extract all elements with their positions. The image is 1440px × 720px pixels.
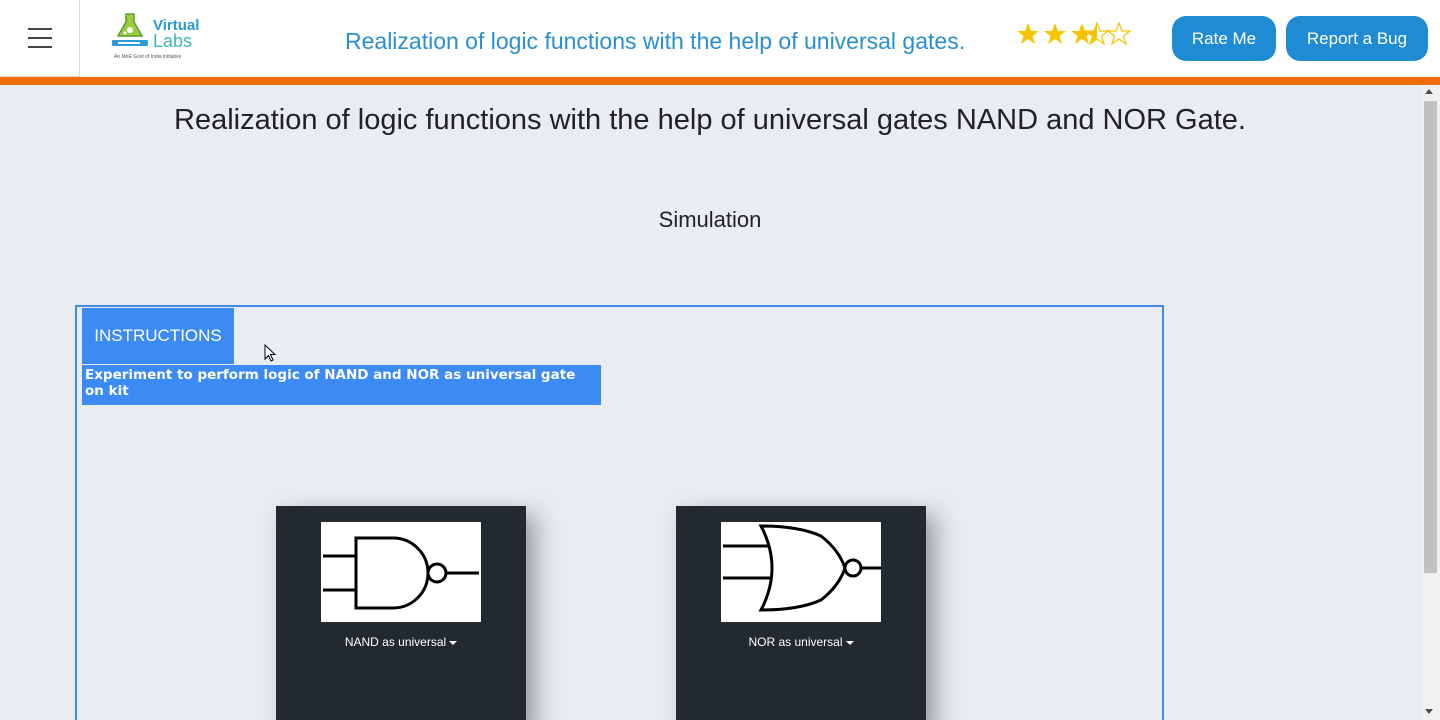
- nand-gate-icon: [323, 536, 479, 610]
- nor-gate-image[interactable]: [721, 522, 881, 622]
- header-accent-bar: [0, 77, 1440, 85]
- caret-down-icon: [449, 640, 458, 645]
- section-heading: Simulation: [658, 207, 762, 232]
- logo-text-labs: Labs: [153, 31, 193, 51]
- nor-dropdown-toggle[interactable]: NOR as universal: [676, 635, 926, 649]
- nor-card: NOR as universal: [676, 506, 926, 720]
- star-full-icon: [1044, 23, 1066, 44]
- scroll-thumb[interactable]: [1424, 101, 1437, 573]
- logo-tagline: An MoE Govt of India Initiative: [114, 54, 182, 60]
- experiment-banner: Experiment to perform logic of NAND and …: [82, 365, 601, 405]
- star-half-icon: [1085, 22, 1109, 45]
- nor-gate-icon: [723, 524, 881, 612]
- caret-down-icon: [845, 640, 854, 645]
- hamburger-line: [28, 28, 52, 30]
- rating-stars: [1017, 22, 1131, 45]
- nor-dropdown-label: NOR as universal: [748, 635, 843, 649]
- nand-dropdown-label: NAND as universal: [344, 635, 447, 649]
- nand-gate-image[interactable]: [321, 522, 481, 622]
- rate-me-button[interactable]: Rate Me: [1172, 16, 1276, 61]
- hamburger-menu-button[interactable]: [0, 0, 80, 77]
- report-bug-button[interactable]: Report a Bug: [1286, 16, 1428, 61]
- star-full-icon: [1017, 23, 1039, 44]
- hamburger-line: [28, 46, 52, 48]
- nand-card: NAND as universal: [276, 506, 526, 720]
- flask-icon: [112, 13, 148, 46]
- page-title: Realization of logic functions with the …: [174, 104, 1246, 136]
- hamburger-line: [28, 37, 52, 39]
- scroll-up-arrow-icon[interactable]: [1425, 89, 1433, 94]
- virtual-labs-logo[interactable]: Virtual Labs An MoE Govt of India Initia…: [110, 12, 202, 64]
- top-header: Virtual Labs An MoE Govt of India Initia…: [0, 0, 1440, 77]
- header-title: Realization of logic functions with the …: [345, 28, 966, 54]
- scroll-down-arrow-icon[interactable]: [1425, 709, 1433, 714]
- instructions-button[interactable]: INSTRUCTIONS: [82, 308, 234, 364]
- vertical-scrollbar[interactable]: [1421, 85, 1440, 720]
- star-empty-icon: [1107, 22, 1131, 45]
- nand-dropdown-toggle[interactable]: NAND as universal: [276, 635, 526, 649]
- mouse-pointer-icon: [264, 344, 277, 362]
